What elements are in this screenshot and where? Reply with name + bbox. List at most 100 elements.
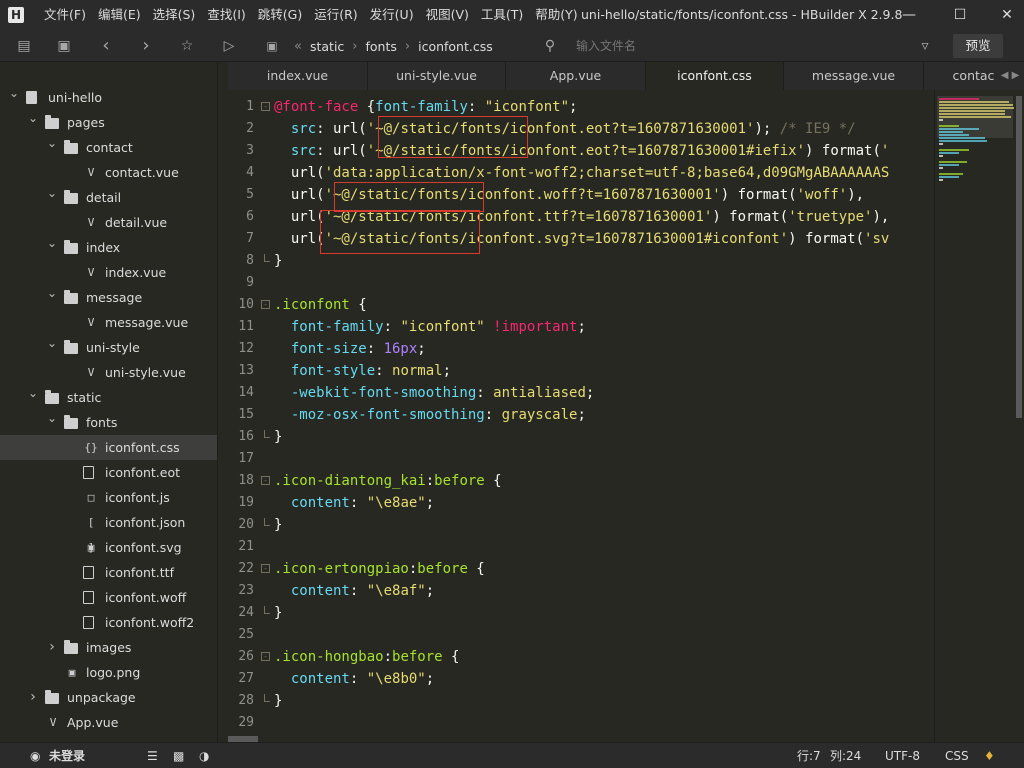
tree-item-fonts[interactable]: ⌄ fonts	[0, 410, 217, 435]
filter-icon[interactable]: ▿	[915, 36, 935, 56]
tree-item-detail[interactable]: ⌄ detail	[0, 185, 217, 210]
tree-item-contact-vue[interactable]: Vcontact.vue	[0, 160, 217, 185]
tree-item-iconfont-ttf[interactable]: iconfont.ttf	[0, 560, 217, 585]
terminal-icon[interactable]: ▩	[173, 743, 184, 768]
code-line[interactable]: src: url('~@/static/fonts/iconfont.eot?t…	[274, 140, 889, 162]
tree-item-uni-style[interactable]: ⌄ uni-style	[0, 335, 217, 360]
language-selector[interactable]: CSS	[945, 743, 969, 768]
code-line[interactable]: }	[274, 690, 282, 712]
menu-item[interactable]: 选择(S)	[147, 0, 202, 30]
user-avatar-icon[interactable]: ◉	[30, 743, 40, 768]
breadcrumb-static[interactable]: static	[310, 39, 344, 54]
tree-item-iconfont-eot[interactable]: iconfont.eot	[0, 460, 217, 485]
menu-item[interactable]: 视图(V)	[420, 0, 475, 30]
fold-toggle-icon[interactable]: -	[261, 564, 270, 573]
chevron-down-icon[interactable]: ⌄	[46, 231, 58, 256]
star-icon[interactable]: ☆	[177, 36, 197, 56]
back-icon[interactable]: ‹	[96, 36, 116, 56]
code-line[interactable]: .icon-diantong_kai:before {	[274, 470, 502, 492]
chevron-down-icon[interactable]: ⌄	[46, 281, 58, 306]
close-icon[interactable]: ✕	[984, 0, 1024, 30]
code-line[interactable]: content: "\e8ae";	[274, 492, 434, 514]
tree-item-iconfont-svg[interactable]: ▣ iconfont.svg	[0, 535, 217, 560]
code-line[interactable]: -moz-osx-font-smoothing: grayscale;	[274, 404, 586, 426]
fold-toggle-icon[interactable]: -	[261, 102, 270, 111]
code-editor[interactable]: 1- @font-face {font-family: "iconfont"; 2 …	[228, 90, 934, 742]
new-file-icon[interactable]: ▤	[14, 36, 34, 56]
breadcrumb-fonts[interactable]: fonts	[366, 39, 397, 54]
fold-toggle-icon[interactable]: -	[261, 300, 270, 309]
code-line[interactable]: .icon-ertongpiao:before {	[274, 558, 485, 580]
code-line[interactable]: -webkit-font-smoothing: antialiased;	[274, 382, 594, 404]
minimap[interactable]	[934, 90, 1015, 742]
tree-item-iconfont-css[interactable]: {} iconfont.css	[0, 435, 217, 460]
save-icon[interactable]: ▣	[54, 36, 74, 56]
login-status[interactable]: 未登录	[49, 743, 85, 768]
tree-item-index-vue[interactable]: Vindex.vue	[0, 260, 217, 285]
tab-app-vue[interactable]: App.vue	[506, 62, 646, 90]
code-line[interactable]: .iconfont {	[274, 294, 367, 316]
chevron-right-icon[interactable]: ›	[46, 635, 58, 660]
tree-item-pages[interactable]: ⌄ pages	[0, 110, 217, 135]
tab-uni-style-vue[interactable]: uni-style.vue	[368, 62, 506, 90]
tab-index-vue[interactable]: index.vue	[228, 62, 368, 90]
code-line[interactable]: content: "\e8b0";	[274, 668, 434, 690]
list-icon[interactable]: ☰	[147, 743, 158, 768]
chevron-down-icon[interactable]: ⌄	[27, 381, 39, 406]
tree-item-static[interactable]: ⌄ static	[0, 385, 217, 410]
chevron-down-icon[interactable]: ⌄	[46, 181, 58, 206]
tab-iconfont-css[interactable]: iconfont.css	[646, 62, 784, 90]
fold-toggle-icon[interactable]: -	[261, 652, 270, 661]
code-line[interactable]: }	[274, 426, 282, 448]
encoding-selector[interactable]: UTF-8	[885, 743, 920, 768]
menu-item[interactable]: 运行(R)	[308, 0, 363, 30]
tree-item-images[interactable]: › images	[0, 635, 217, 660]
vertical-scrollbar[interactable]	[1014, 90, 1024, 742]
tree-item-contact[interactable]: ⌄ contact	[0, 135, 217, 160]
globe-icon[interactable]: ◑	[199, 743, 209, 768]
maximize-icon[interactable]: ☐	[937, 0, 983, 30]
forward-icon[interactable]: ›	[136, 36, 156, 56]
preview-button[interactable]: 预览	[953, 34, 1003, 58]
menu-item[interactable]: 跳转(G)	[252, 0, 308, 30]
chevron-down-icon[interactable]: ⌄	[27, 106, 39, 131]
tree-item-unpackage[interactable]: › unpackage	[0, 685, 217, 710]
tree-item-app-vue[interactable]: V App.vue	[0, 710, 217, 735]
code-line[interactable]: @font-face {font-family: "iconfont";	[274, 96, 577, 118]
code-line[interactable]: font-style: normal;	[274, 360, 451, 382]
tree-item-iconfont-woff[interactable]: iconfont.woff	[0, 585, 217, 610]
code-line[interactable]: url('data:application/x-font-woff2;chars…	[274, 162, 889, 184]
chevron-down-icon[interactable]: ⌄	[46, 406, 58, 431]
code-line[interactable]: }	[274, 250, 282, 272]
menu-item[interactable]: 文件(F)	[38, 0, 92, 30]
menu-item[interactable]: 帮助(Y)	[529, 0, 583, 30]
code-line[interactable]: font-family: "iconfont" !important;	[274, 316, 586, 338]
vertical-scrollbar-thumb[interactable]	[1016, 96, 1022, 418]
notification-bell-icon[interactable]: ♦	[984, 743, 995, 768]
code-line[interactable]: }	[274, 602, 282, 624]
tree-item-detail-vue[interactable]: Vdetail.vue	[0, 210, 217, 235]
chevron-down-icon[interactable]: ⌄	[46, 331, 58, 356]
tree-item-iconfont-json[interactable]: [ ] iconfont.json	[0, 510, 217, 554]
tree-item-message-vue[interactable]: Vmessage.vue	[0, 310, 217, 335]
chevron-down-icon[interactable]: ⌄	[8, 81, 20, 106]
tab-message-vue[interactable]: message.vue	[784, 62, 924, 90]
code-line[interactable]: }	[274, 514, 282, 536]
code-line[interactable]: .icon-hongbao:before {	[274, 646, 459, 668]
minimize-icon[interactable]: —	[886, 0, 932, 30]
tree-item-logo-png[interactable]: ▣ logo.png	[0, 660, 217, 685]
breadcrumb-file[interactable]: iconfont.css	[418, 39, 493, 54]
tree-item-iconfont-woff2[interactable]: iconfont.woff2	[0, 610, 217, 635]
menu-item[interactable]: 发行(U)	[364, 0, 420, 30]
file-search-input[interactable]	[576, 38, 876, 54]
menu-item[interactable]: 编辑(E)	[92, 0, 147, 30]
chevron-right-icon[interactable]: ›	[27, 685, 39, 710]
fold-toggle-icon[interactable]: -	[261, 476, 270, 485]
run-icon[interactable]: ▷	[219, 36, 239, 56]
code-line[interactable]: src: url('~@/static/fonts/iconfont.eot?t…	[274, 118, 856, 140]
tree-item-index[interactable]: ⌄ index	[0, 235, 217, 260]
chevron-down-icon[interactable]: ⌄	[46, 131, 58, 156]
menu-item[interactable]: 工具(T)	[475, 0, 529, 30]
menu-item[interactable]: 查找(I)	[201, 0, 251, 30]
tree-item-iconfont-js[interactable]: □ iconfont.js	[0, 485, 217, 510]
